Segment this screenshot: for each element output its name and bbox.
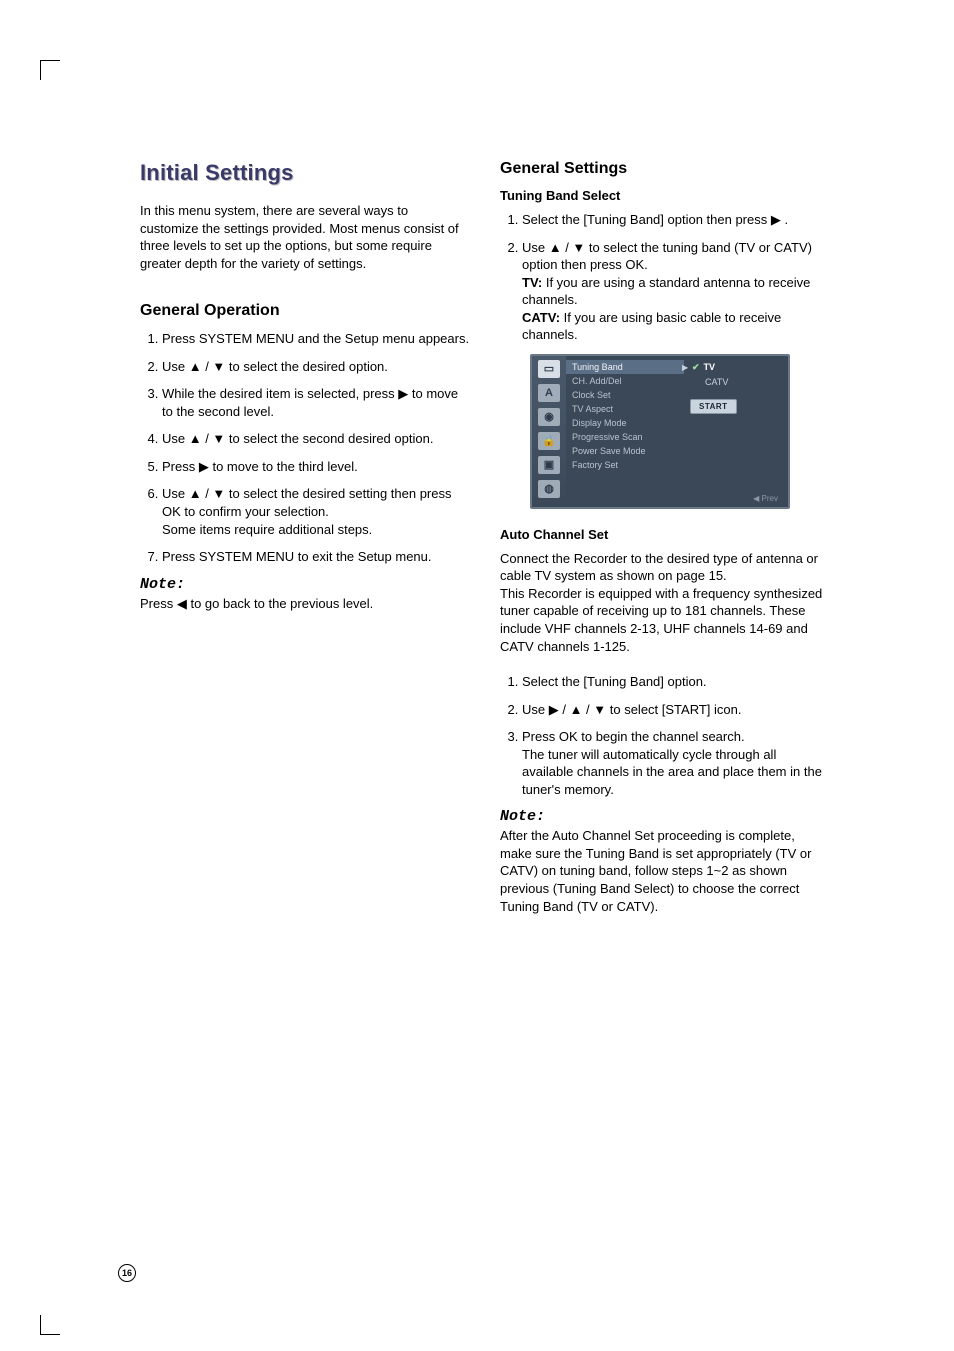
page-number: 16 [118,1264,136,1282]
osd-menu-item: Power Save Mode [566,444,684,458]
step: Press SYSTEM MENU to exit the Setup menu… [162,548,470,566]
general-operation-steps: Press SYSTEM MENU and the Setup menu app… [140,330,470,565]
step: While the desired item is selected, pres… [162,385,470,420]
osd-category-icons: ▭ A ◉ 🔒 ▣ ◍ [532,356,566,507]
osd-menu-item: Display Mode [566,416,684,430]
step-text: Use ▲ / ▼ to select the tuning band (TV … [522,240,812,273]
osd-menu-item: Factory Set [566,458,684,472]
right-column: General Settings Tuning Band Select Sele… [500,160,830,933]
osd-menu-item: Tuning Band [566,360,684,374]
audio-icon: ◉ [538,408,560,426]
record-icon: ▣ [538,456,560,474]
osd-options: ✔ TV CATV START [684,356,788,507]
step: Use ▲ / ▼ to select the desired setting … [162,485,470,538]
osd-prev-hint: ◀ Prev [753,494,778,503]
general-settings-heading: General Settings [500,160,830,178]
general-operation-heading: General Operation [140,302,470,320]
opt-label: TV [704,362,716,372]
tv-desc: If you are using a standard antenna to r… [522,275,810,308]
check-icon: ✔ [692,362,700,373]
step: Use ▲ / ▼ to select the second desired o… [162,430,470,448]
catv-desc: If you are using basic cable to receive … [522,310,781,343]
crop-mark-bottom-left [40,1315,60,1335]
osd-menu-item: TV Aspect [566,402,684,416]
note-heading: Note: [140,576,470,593]
step: Use ▶ / ▲ / ▼ to select [START] icon. [522,701,830,719]
left-column: Initial Settings In this menu system, th… [140,160,470,933]
note-body: Press ◀ to go back to the previous level… [140,595,470,613]
osd-menu-list: Tuning Band CH. Add/Del Clock Set TV Asp… [566,356,684,507]
osd-start-button: START [690,399,737,414]
catv-label: CATV: [522,310,560,325]
tuning-band-select-heading: Tuning Band Select [500,188,830,203]
step: Select the [Tuning Band] option. [522,673,830,691]
osd-menu-item: Clock Set [566,388,684,402]
auto-channel-steps: Select the [Tuning Band] option. Use ▶ /… [500,673,830,798]
tuning-band-steps: Select the [Tuning Band] option then pre… [500,211,830,344]
crop-mark-top-left [40,60,60,80]
lock-icon: 🔒 [538,432,560,450]
step: Press OK to begin the channel search. Th… [522,728,830,798]
osd-menu-item: CH. Add/Del [566,374,684,388]
osd-menu-item: Progressive Scan [566,430,684,444]
auto-channel-paragraph: Connect the Recorder to the desired type… [500,550,830,655]
osd-option-catv: CATV [690,375,782,389]
auto-channel-set-heading: Auto Channel Set [500,527,830,542]
osd-option-tv: ✔ TV [690,360,782,375]
step: Use ▲ / ▼ to select the desired option. [162,358,470,376]
note-heading: Note: [500,808,830,825]
osd-screenshot: ▭ A ◉ 🔒 ▣ ◍ Tuning Band CH. Add/Del Cloc… [530,354,790,509]
intro-paragraph: In this menu system, there are several w… [140,202,470,272]
page-content: Initial Settings In this menu system, th… [140,160,830,933]
step: Select the [Tuning Band] option then pre… [522,211,830,229]
tv-label: TV: [522,275,542,290]
tv-icon: ▭ [538,360,560,378]
note-body: After the Auto Channel Set proceeding is… [500,827,830,915]
step: Press ▶ to move to the third level. [162,458,470,476]
disc-icon: ◍ [538,480,560,498]
step: Use ▲ / ▼ to select the tuning band (TV … [522,239,830,344]
step: Press SYSTEM MENU and the Setup menu app… [162,330,470,348]
language-icon: A [538,384,560,402]
page-title: Initial Settings [140,160,470,186]
opt-label: CATV [705,377,728,387]
